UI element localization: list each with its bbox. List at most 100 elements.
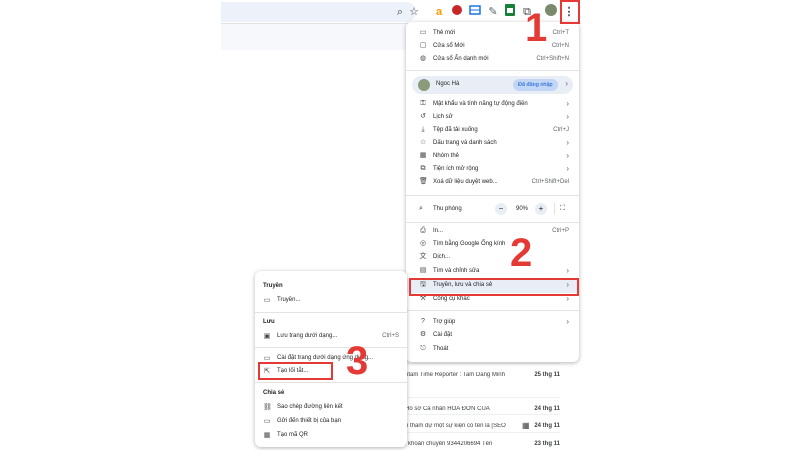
avatar <box>418 79 430 91</box>
profile-name: Ngoc Hà <box>436 81 460 87</box>
menu-item-new-window[interactable]: ▢ Cửa sổ Mới Ctrl+N <box>406 40 579 53</box>
menu-item-shortcut: Ctrl+Shift+Del <box>531 179 569 185</box>
submenu-item-copy-link[interactable]: ⛓ Sao chép đường liên kết <box>255 401 407 413</box>
ext-amazon-icon[interactable]: a <box>431 4 447 20</box>
submenu-item-qr-code[interactable]: ▦ Tạo mã QR <box>255 429 407 441</box>
menu-divider <box>406 310 579 311</box>
chevron-right-icon: › <box>566 266 569 275</box>
mail-date: 23 thg 11 <box>534 441 560 447</box>
menu-item-label: Cài đặt <box>433 332 453 338</box>
key-icon: ⚿ <box>420 100 426 107</box>
lens-icon: ◎ <box>419 240 427 247</box>
fullscreen-icon[interactable]: ⛶ <box>554 203 570 215</box>
submenu-item-label: Lưu trang dưới dạng... <box>277 333 338 339</box>
ext-blue-icon[interactable] <box>467 4 483 20</box>
save-page-icon: ▣ <box>263 333 271 340</box>
menu-item-translate[interactable]: 文 Dịch... <box>406 251 579 264</box>
ext-sheets-icon[interactable] <box>502 4 518 20</box>
ext-pen-icon[interactable]: ✎ <box>485 4 501 20</box>
submenu-divider <box>255 312 407 313</box>
menu-item-label: Thẻ mới <box>433 30 456 36</box>
menu-item-settings[interactable]: ⚙ Cài đặt <box>406 329 579 342</box>
submenu-item-send-devices[interactable]: ▭ Gửi đến thiết bị của bạn <box>255 415 407 427</box>
signed-in-badge: Đã đăng nhập <box>513 79 558 91</box>
menu-item-tab-groups[interactable]: ▦ Nhóm thẻ › <box>406 150 579 163</box>
step-number-3: 3 <box>346 339 369 383</box>
page-header-strip <box>221 24 406 50</box>
menu-item-incognito[interactable]: ◍ Cửa sổ Ẩn danh mới Ctrl+Shift+N <box>406 53 579 66</box>
menu-item-bookmarks[interactable]: ☆ Dấu trang và danh sách › <box>406 137 579 150</box>
incognito-icon: ◍ <box>419 55 427 62</box>
menu-item-find-edit[interactable]: ▤ Tìm và chỉnh sửa › <box>406 265 579 278</box>
menu-item-label: Dịch... <box>433 254 451 260</box>
toolbox-icon: ⚒ <box>419 295 427 302</box>
highlight-create-shortcut <box>258 362 333 380</box>
list-item[interactable]: ntam Time Reporter : Tam Dang Minh 25 th… <box>405 363 560 385</box>
menu-item-shortcut: Ctrl+P <box>552 228 569 234</box>
address-bar[interactable] <box>221 2 416 22</box>
menu-item-shortcut: Ctrl+T <box>552 30 570 36</box>
menu-item-passwords[interactable]: ⚿ Mật khẩu và tính năng tự động điền › <box>406 98 579 111</box>
puzzle-icon: ⧉ <box>420 165 426 172</box>
submenu-item-cast[interactable]: ▭ Truyền... <box>255 294 407 306</box>
link-icon: ⛓ <box>263 404 272 411</box>
menu-item-label: Tệp đã tải xuống <box>433 127 478 133</box>
highlight-more-button <box>560 0 580 24</box>
menu-item-label: In... <box>433 228 444 234</box>
menu-item-print[interactable]: ⎙ In... Ctrl+P <box>406 225 579 238</box>
submenu-item-save-as[interactable]: ▣ Lưu trang dưới dạng... Ctrl+S <box>255 330 407 342</box>
history-icon: ↺ <box>420 113 426 120</box>
exit-icon: ⎋ <box>420 345 426 352</box>
help-icon: ? <box>421 318 425 325</box>
menu-item-label: Tìm và chỉnh sửa <box>433 268 480 274</box>
mail-subject: n tham dự một sự kiện có tên là [SEO <box>405 423 506 429</box>
chevron-right-icon: › <box>566 99 569 108</box>
menu-item-label: Lịch sử <box>433 114 453 120</box>
menu-item-label: Thoát <box>433 346 449 352</box>
zoom-icon: ⌕ <box>419 205 423 212</box>
mail-date: 25 thg 11 <box>534 372 560 378</box>
menu-item-shortcut: Ctrl+J <box>553 127 569 133</box>
section-heading-save: Lưu <box>263 319 275 325</box>
calendar-icon: ▦ <box>522 421 530 430</box>
cast-icon: ▭ <box>263 297 271 304</box>
menu-item-history[interactable]: ↺ Lịch sử › <box>406 111 579 124</box>
mail-date: 24 thg 11 <box>534 423 560 429</box>
submenu-item-label: Sao chép đường liên kết <box>277 404 343 410</box>
menu-item-extensions[interactable]: ⧉ Tiện ích mở rộng › <box>406 163 579 176</box>
zoom-in-button[interactable]: + <box>535 203 547 215</box>
highlight-cast-save-share <box>409 278 579 296</box>
menu-item-label: Tiện ích mở rộng <box>433 166 479 172</box>
chrome-main-menu: ▭ Thẻ mới Ctrl+T ▢ Cửa sổ Mới Ctrl+N ◍ C… <box>406 22 579 362</box>
menu-item-google-lens[interactable]: ◎ Tìm bằng Google Ống kính <box>406 238 579 251</box>
print-icon: ⎙ <box>420 227 426 234</box>
profile-chip[interactable]: Ngoc Hà Đã đăng nhập › <box>412 76 573 94</box>
mail-subject: i khoản chuyển 9344206694 Tên <box>405 441 493 447</box>
new-tab-icon: ▭ <box>419 29 427 36</box>
star-icon[interactable]: ☆ <box>406 4 422 20</box>
find-icon: ▤ <box>419 267 427 274</box>
list-item[interactable]: i khoản chuyển 9344206694 Tên 23 thg 11 <box>405 432 560 450</box>
ext-red-icon[interactable] <box>449 4 465 20</box>
new-window-icon: ▢ <box>419 42 427 49</box>
star-icon: ☆ <box>419 139 427 146</box>
menu-divider <box>406 222 579 223</box>
step-number-2: 2 <box>510 231 533 275</box>
menu-item-clear-data[interactable]: 🗑 Xoá dữ liệu duyệt web... Ctrl+Shift+De… <box>406 176 579 189</box>
chevron-right-icon: › <box>566 317 569 326</box>
menu-item-label: Mật khẩu và tính năng tự động điền <box>433 101 528 107</box>
zoom-out-button[interactable]: − <box>495 203 507 215</box>
menu-item-new-tab[interactable]: ▭ Thẻ mới Ctrl+T <box>406 27 579 40</box>
menu-item-help[interactable]: ? Trợ giúp › <box>406 316 579 329</box>
translate-icon: 文 <box>419 253 427 260</box>
zoom-row: ⌕ Thu phóng − 90% + ⛶ <box>406 202 579 216</box>
chevron-right-icon: › <box>566 151 569 160</box>
chevron-right-icon: › <box>566 164 569 173</box>
menu-item-shortcut: Ctrl+Shift+N <box>536 56 569 62</box>
menu-item-label: Cửa sổ Mới <box>433 43 465 49</box>
menu-item-exit[interactable]: ⎋ Thoát <box>406 343 579 356</box>
menu-item-label: Tìm bằng Google Ống kính <box>433 241 506 247</box>
menu-item-downloads[interactable]: ⤓ Tệp đã tải xuống Ctrl+J <box>406 124 579 137</box>
menu-item-label: Công cụ khác <box>433 296 470 302</box>
chevron-right-icon: › <box>565 79 568 88</box>
